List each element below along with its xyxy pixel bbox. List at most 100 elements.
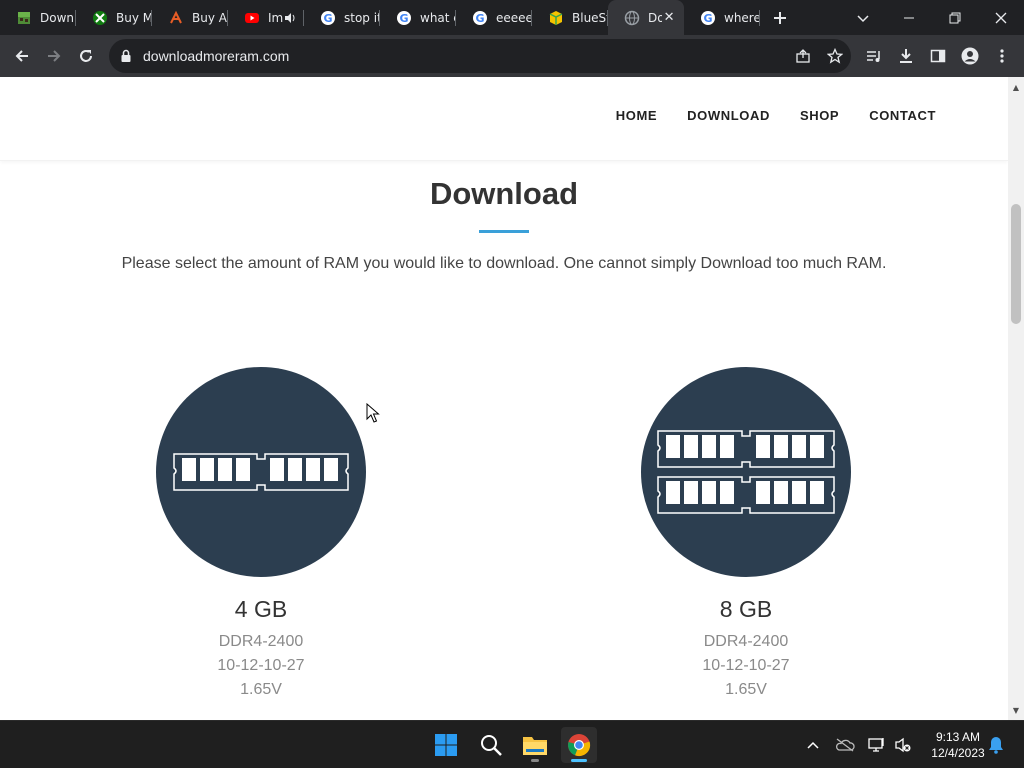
- scroll-down-arrow-icon[interactable]: ▼: [1008, 702, 1024, 718]
- svg-text:G: G: [323, 12, 332, 25]
- minecraft-icon: [16, 10, 32, 26]
- close-tab-icon[interactable]: ✕: [662, 10, 676, 26]
- tab-5[interactable]: G what c: [380, 0, 456, 35]
- tab-7[interactable]: BlueSt: [532, 0, 608, 35]
- close-window-button[interactable]: [978, 0, 1024, 35]
- google-icon: G: [700, 10, 716, 26]
- tab-search-button[interactable]: [840, 0, 886, 35]
- product-type: DDR4-2400: [703, 633, 789, 650]
- arrow-logo-icon: [168, 10, 184, 26]
- tab-4[interactable]: G stop it: [304, 0, 380, 35]
- tab-6[interactable]: G eeeee: [456, 0, 532, 35]
- windows-logo-icon: [435, 734, 457, 756]
- media-queue-icon: [867, 51, 880, 62]
- chevron-down-icon: [857, 14, 869, 22]
- tab-title: Ima: [268, 10, 284, 25]
- scrollbar-thumb[interactable]: [1011, 204, 1021, 324]
- media-control-button[interactable]: [858, 40, 890, 72]
- product-4gb[interactable]: 4 GB DDR4-2400 10-12-10-27 1.65V: [156, 367, 366, 702]
- downloads-button[interactable]: [890, 40, 922, 72]
- plus-icon: [774, 11, 786, 24]
- ram-circle[interactable]: [641, 367, 851, 577]
- nav-download[interactable]: DOWNLOAD: [687, 108, 770, 123]
- search-icon: [481, 735, 502, 756]
- tab-title: Buy Ar: [192, 10, 228, 25]
- page-title: Download: [429, 176, 579, 211]
- tab-1[interactable]: Buy M: [76, 0, 152, 35]
- tab-strip: Downl Buy M Buy Ar Ima G stop it: [0, 0, 1024, 35]
- tab-separator: [759, 10, 760, 26]
- scroll-up-arrow-icon[interactable]: ▲: [1008, 79, 1024, 95]
- product-timings: 10-12-10-27: [217, 657, 305, 674]
- address-bar[interactable]: downloadmoreram.com: [109, 39, 851, 73]
- nav-contact[interactable]: CONTACT: [869, 108, 936, 123]
- tab-8-active[interactable]: Do ✕: [608, 0, 684, 35]
- url-text[interactable]: downloadmoreram.com: [143, 48, 787, 64]
- globe-icon: [624, 10, 640, 26]
- forward-arrow-icon: [48, 50, 61, 62]
- running-indicator: [531, 759, 539, 762]
- restore-button[interactable]: [932, 0, 978, 35]
- site-nav: HOME DOWNLOAD SHOP CONTACT: [616, 108, 936, 123]
- web-page: HOME DOWNLOAD SHOP CONTACT Download Plea…: [0, 77, 1008, 720]
- tab-title: Do: [648, 10, 663, 25]
- network-tray-icon[interactable]: [866, 721, 888, 768]
- svg-text:G: G: [703, 12, 712, 25]
- windows-taskbar: 9:13 AM 12/4/2023: [0, 720, 1024, 768]
- side-panel-icon: [930, 49, 946, 63]
- bookmark-star-icon[interactable]: [819, 48, 851, 64]
- profile-button[interactable]: [954, 40, 986, 72]
- menu-button[interactable]: [986, 40, 1018, 72]
- page-scrollbar[interactable]: ▲ ▼: [1008, 77, 1024, 720]
- nav-home[interactable]: HOME: [616, 108, 657, 123]
- onedrive-tray-icon[interactable]: [834, 721, 856, 768]
- tab-0[interactable]: Downl: [0, 0, 76, 35]
- browser-toolbar: downloadmoreram.com: [0, 35, 1024, 77]
- forward-button[interactable]: [38, 40, 70, 72]
- active-indicator: [571, 759, 587, 762]
- site-header: HOME DOWNLOAD SHOP CONTACT: [0, 77, 1008, 161]
- svg-text:G: G: [399, 12, 408, 25]
- tab-3[interactable]: Ima: [228, 0, 304, 35]
- product-size: 4 GB: [234, 596, 288, 622]
- file-explorer-button[interactable]: [517, 727, 553, 763]
- side-panel-button[interactable]: [922, 40, 954, 72]
- share-icon[interactable]: [787, 48, 819, 64]
- chrome-taskbar-button[interactable]: [561, 727, 597, 763]
- bluestacks-icon: [548, 10, 564, 26]
- product-timings: 10-12-10-27: [702, 657, 790, 674]
- google-icon: G: [320, 10, 336, 26]
- tab-title: stop it: [344, 10, 380, 25]
- lock-icon[interactable]: [109, 49, 143, 63]
- notifications-button[interactable]: [986, 721, 1006, 768]
- show-hidden-icons-button[interactable]: [803, 721, 823, 768]
- xbox-icon: [92, 10, 108, 26]
- double-ram-stick-icon: [657, 430, 835, 514]
- nav-shop[interactable]: SHOP: [800, 108, 839, 123]
- profile-avatar-icon: [961, 47, 979, 65]
- speaker-icon[interactable]: [284, 12, 296, 24]
- product-8gb[interactable]: 8 GB DDR4-2400 10-12-10-27 1.65V: [641, 367, 851, 702]
- back-arrow-icon: [15, 50, 28, 62]
- youtube-icon: [244, 10, 260, 26]
- new-tab-button[interactable]: [760, 0, 800, 35]
- back-button[interactable]: [6, 40, 38, 72]
- reload-button[interactable]: [70, 40, 102, 72]
- chevron-up-icon: [807, 741, 819, 749]
- close-icon: [995, 12, 1007, 23]
- cloud-offline-icon: [835, 738, 855, 752]
- search-button[interactable]: [473, 727, 509, 763]
- volume-tray-icon[interactable]: [892, 721, 914, 768]
- start-button[interactable]: [428, 727, 464, 763]
- title-underline: [479, 230, 529, 233]
- restore-icon: [949, 12, 961, 23]
- tab-title: what c: [420, 10, 456, 25]
- ram-circle[interactable]: [156, 367, 366, 577]
- download-icon: [900, 49, 912, 63]
- tab-title: Downl: [40, 10, 76, 25]
- tab-9[interactable]: G where: [684, 0, 760, 35]
- minimize-button[interactable]: [886, 0, 932, 35]
- bell-icon: [989, 737, 1003, 754]
- tab-2[interactable]: Buy Ar: [152, 0, 228, 35]
- volume-muted-icon: [895, 737, 911, 753]
